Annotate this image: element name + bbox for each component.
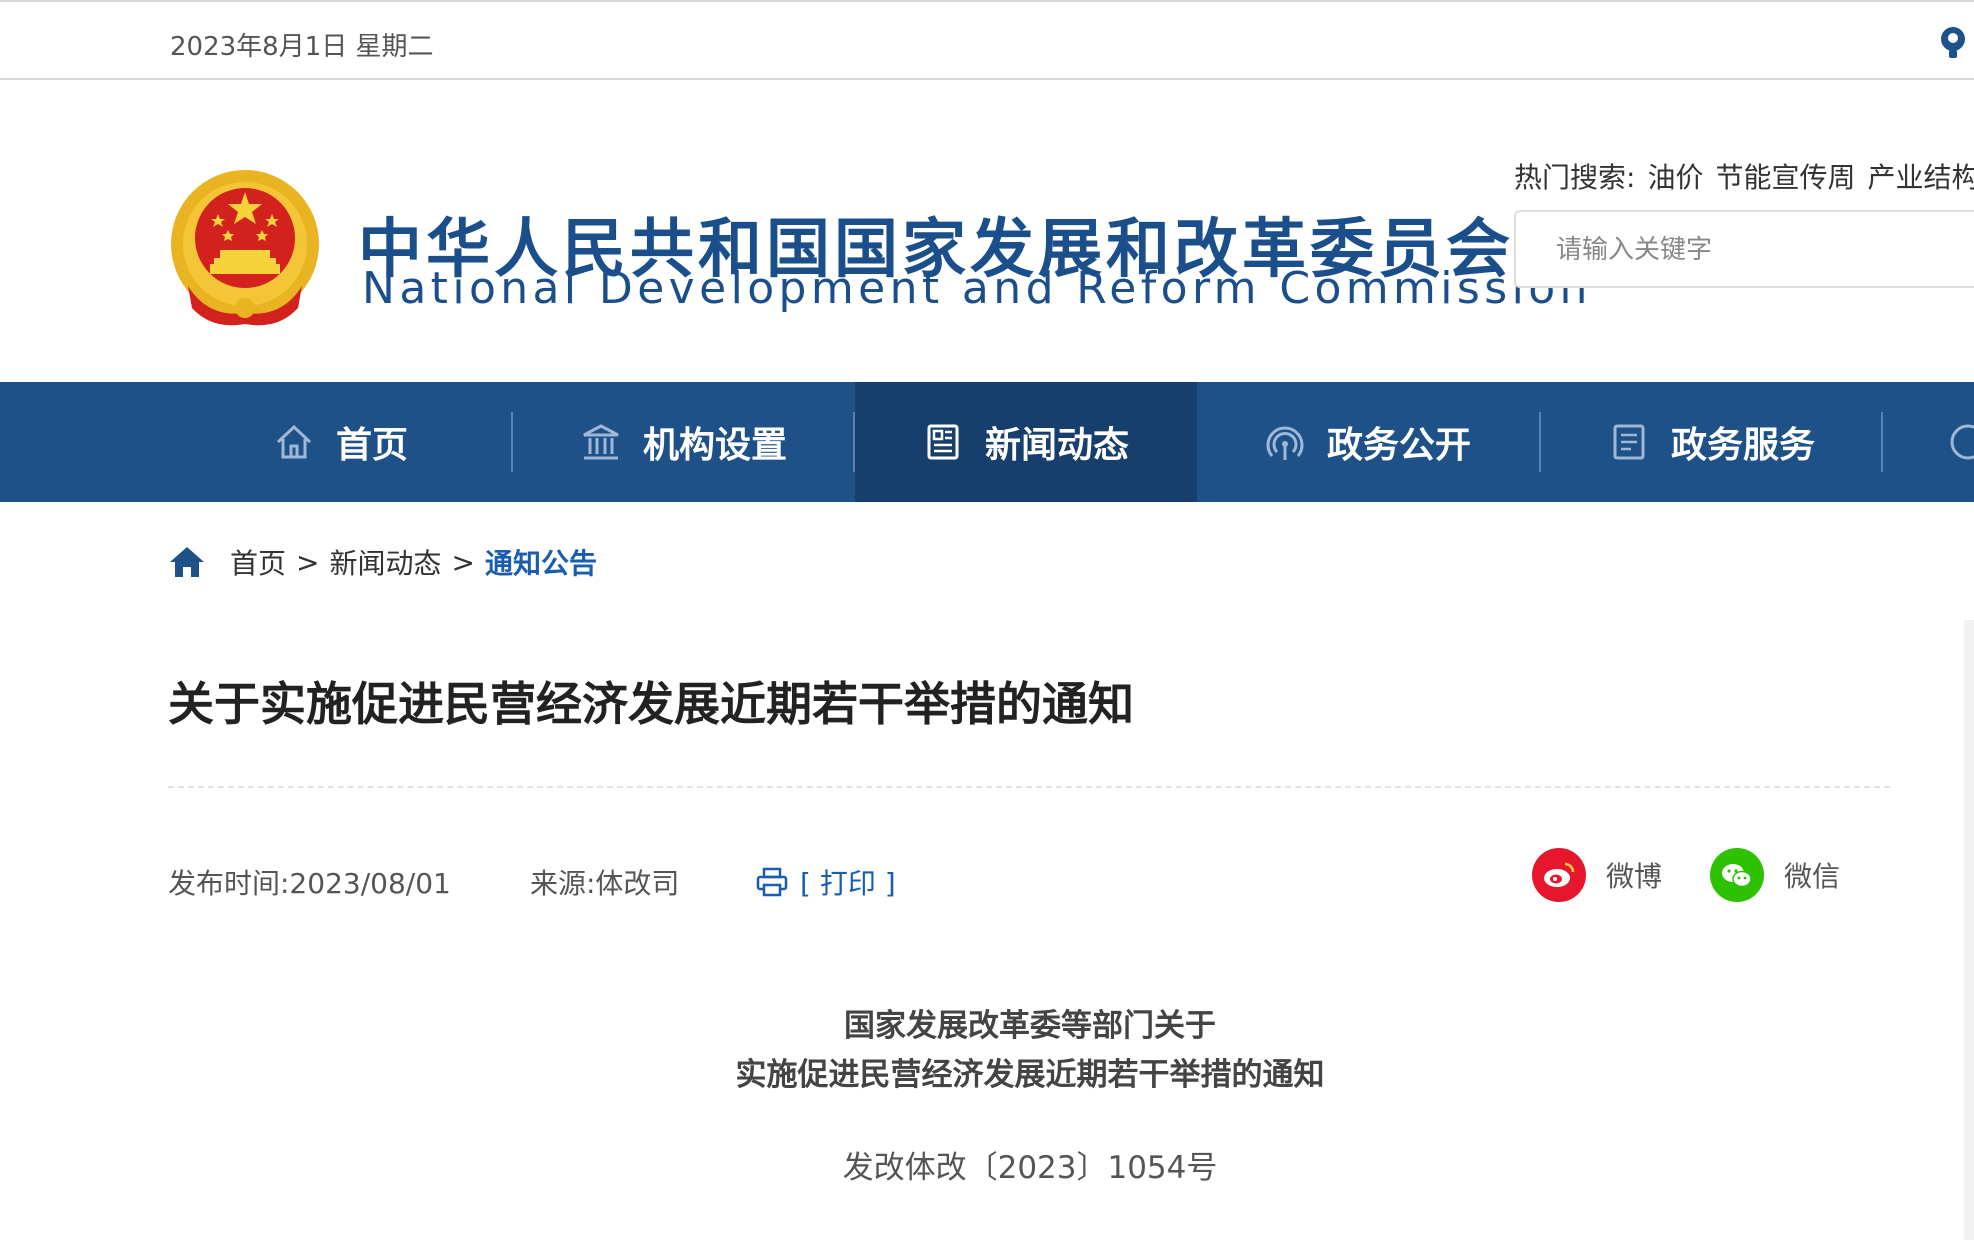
publish-time: 发布时间:2023/08/01 [168, 867, 451, 900]
breadcrumb-link-home[interactable]: 首页 [230, 542, 286, 582]
nav-label: 政务公开 [1326, 425, 1471, 466]
more-nav-icon[interactable] [1948, 422, 1974, 462]
print-button[interactable]: [ 打印 ] [756, 862, 896, 902]
nav-label: 新闻动态 [984, 425, 1129, 466]
nav-label: 政务服务 [1670, 425, 1815, 466]
national-emblem-icon[interactable] [168, 168, 323, 331]
hot-search-item[interactable]: 产业结构 [1867, 161, 1974, 194]
nav-label: 首页 [335, 425, 408, 466]
weibo-icon [1532, 848, 1586, 902]
body-heading-line-2: 实施促进民营经济发展近期若干举措的通知 [735, 1057, 1325, 1093]
article-title: 关于实施促进民营经济发展近期若干举措的通知 [168, 677, 1134, 731]
accessibility-icon[interactable] [1938, 26, 1968, 60]
nav-item-news[interactable]: 新闻动态 [855, 382, 1197, 502]
body-heading-line-1: 国家发展改革委等部门关于 [844, 1008, 1216, 1044]
share-weibo-button[interactable]: 微博 [1532, 848, 1662, 902]
breadcrumb-home-icon[interactable] [168, 545, 206, 579]
broadcast-icon [1266, 426, 1304, 460]
hot-search-item[interactable]: 节能宣传周 [1715, 161, 1855, 194]
main-nav: 首页 机构设置 新闻动态 政务公开 政务服务 [0, 382, 1974, 502]
nav-item-government-services[interactable]: 政务服务 [1541, 382, 1883, 502]
nav-label: 机构设置 [642, 425, 787, 466]
share-weibo-label: 微博 [1606, 860, 1663, 893]
home-icon [276, 424, 312, 459]
breadcrumb-separator: > [451, 545, 475, 579]
hot-search: 热门搜索: 油价 节能宣传周 产业结构 [1514, 156, 1974, 196]
breadcrumb: 首页 > 新闻动态 > 通知公告 [168, 542, 597, 582]
share-wechat-button[interactable]: 微信 [1710, 848, 1840, 902]
article-source: 来源:体改司 [530, 867, 680, 900]
nav-item-institutions[interactable]: 机构设置 [513, 382, 855, 502]
breadcrumb-link-news[interactable]: 新闻动态 [329, 542, 441, 582]
scrollbar[interactable] [1964, 620, 1974, 1240]
article-meta: 发布时间:2023/08/01 来源:体改司 [168, 862, 679, 902]
document-number: 发改体改〔2023〕1054号 [842, 1150, 1218, 1186]
title-divider [168, 786, 1890, 788]
site-title-en: National Development and Reform Commissi… [362, 263, 1592, 314]
share-wechat-label: 微信 [1784, 860, 1841, 893]
breadcrumb-separator: > [296, 545, 320, 579]
site-header: 中华人民共和国国家发展和改革委员会 National Development a… [0, 80, 1974, 382]
nav-item-government-affairs[interactable]: 政务公开 [1197, 382, 1539, 502]
hot-search-label: 热门搜索: [1514, 161, 1636, 194]
document-icon [1613, 424, 1645, 460]
printer-icon [756, 867, 788, 897]
search-input[interactable] [1516, 212, 1958, 288]
news-icon [927, 424, 959, 460]
nav-divider [1881, 412, 1883, 472]
print-label: [ 打印 ] [800, 867, 896, 900]
nav-item-home[interactable]: 首页 [170, 382, 512, 502]
institution-icon [583, 424, 619, 460]
hot-search-item[interactable]: 油价 [1647, 161, 1703, 194]
breadcrumb-link-notices[interactable]: 通知公告 [485, 542, 597, 582]
wechat-icon [1710, 848, 1764, 902]
top-bar: 2023年8月1日 星期二 [0, 0, 1974, 80]
search-box [1514, 210, 1974, 288]
current-date: 2023年8月1日 星期二 [170, 32, 434, 62]
